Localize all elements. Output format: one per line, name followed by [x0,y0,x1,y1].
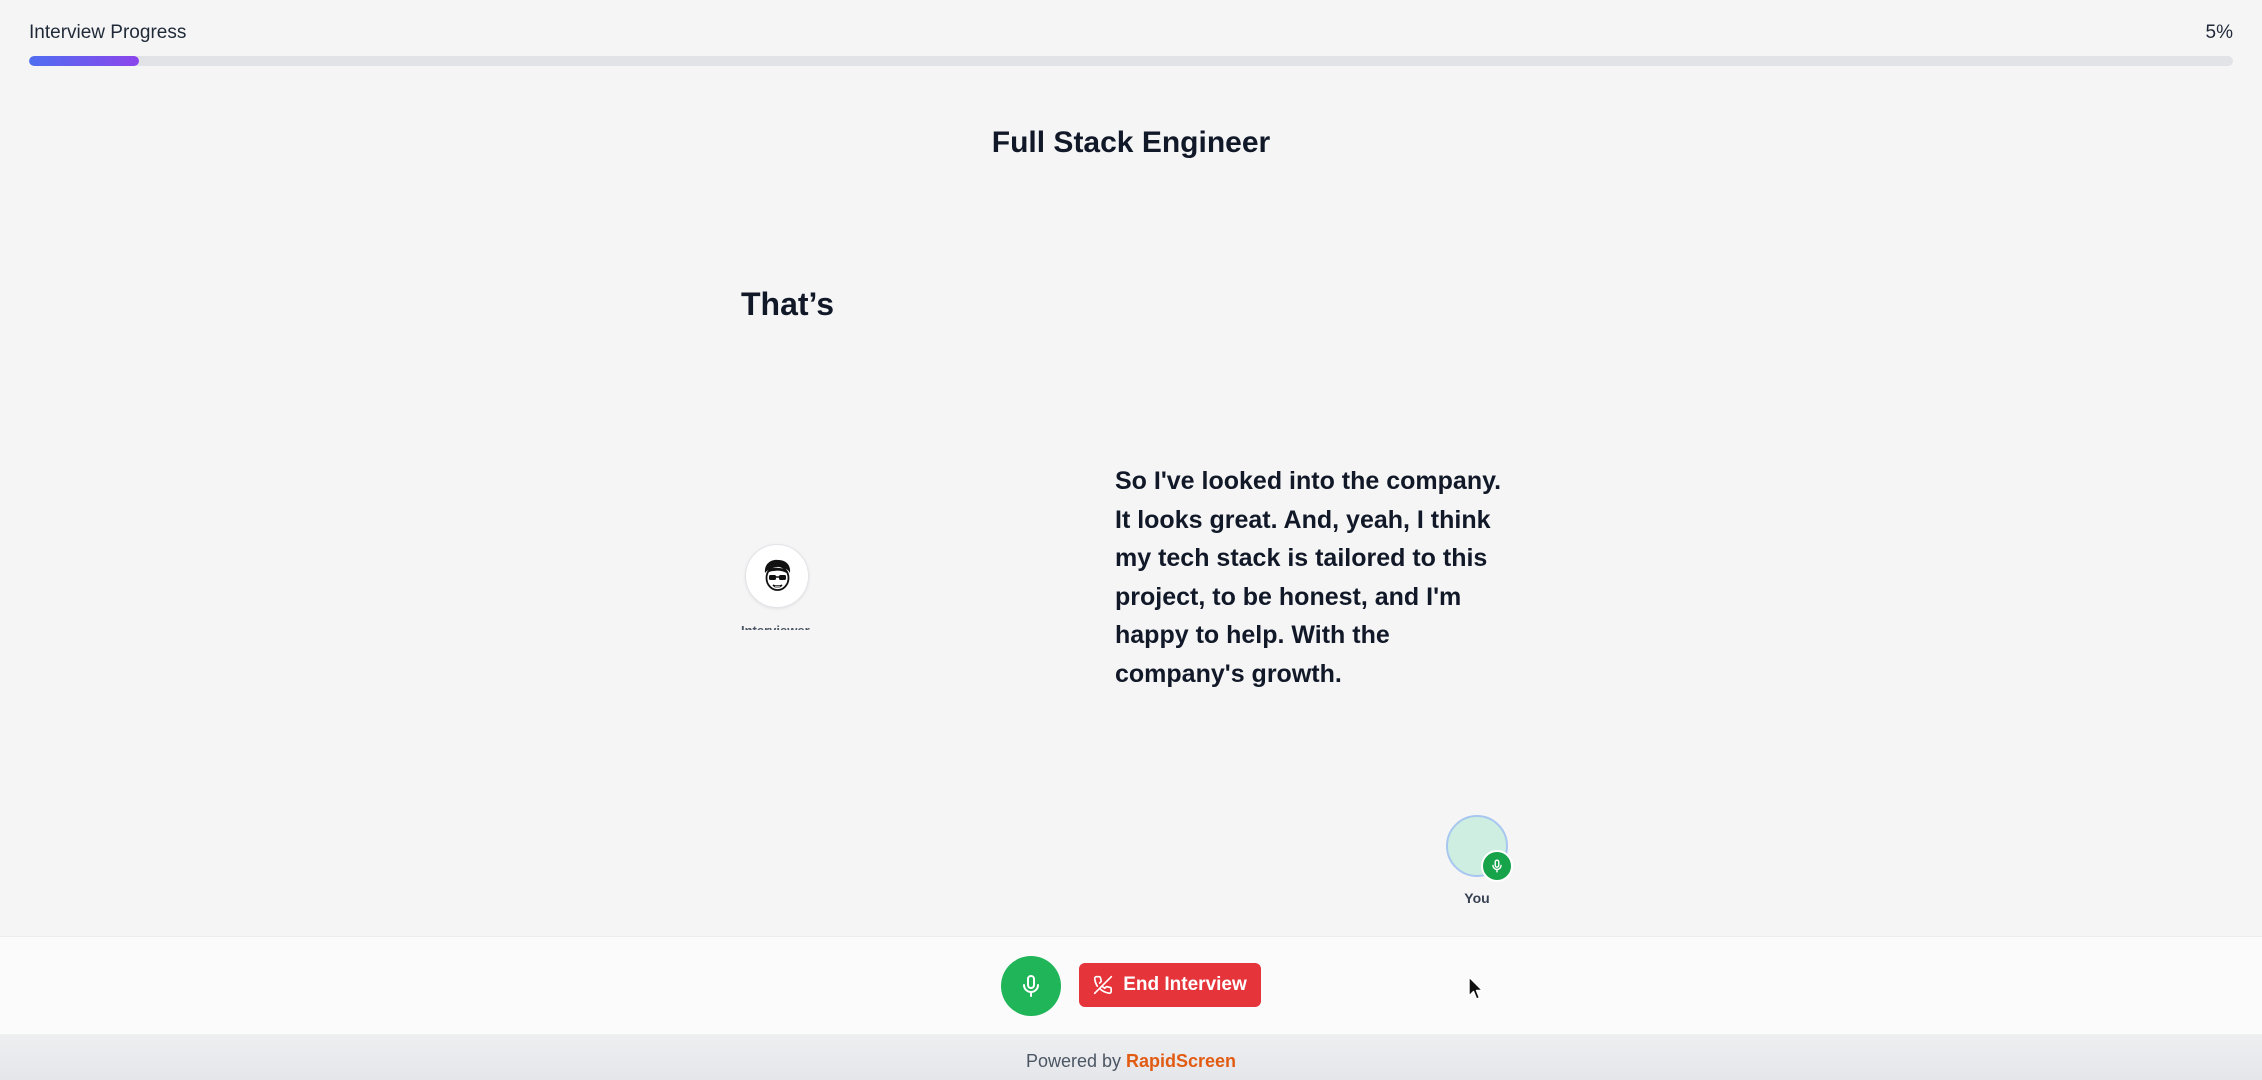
candidate-transcript: So I've looked into the company. It look… [1115,467,1502,688]
you-label: You [1464,890,1490,906]
page-title: Full Stack Engineer [991,126,1271,159]
mic-toggle-button[interactable] [1001,956,1061,1016]
phone-off-icon [1094,975,1113,995]
interviewer-transcript: That’s [741,286,835,322]
microphone-icon [1492,859,1502,873]
progress-label: Interview Progress [29,22,187,43]
interviewer-label: Interviewer [741,620,817,630]
progress-fill [29,56,140,66]
cartoon-face-icon [764,559,791,591]
mouse-cursor-icon [1468,976,1484,1000]
end-interview-button[interactable]: End Interview [1079,963,1261,1007]
interviewer-avatar [745,544,809,608]
footer-brand-link[interactable]: RapidScreen [1126,1051,1236,1071]
end-interview-label: End Interview [1123,974,1247,995]
you-mic-status-badge [1481,850,1513,882]
progress-percent: 5% [2205,22,2233,43]
interview-screen: Interview Progress 5% Full Stack Enginee… [0,0,2262,1080]
progress-track [29,56,2233,66]
microphone-icon [1023,975,1039,997]
footer: Powered by RapidScreen [0,1034,2262,1080]
footer-powered-by: Powered by [1025,1051,1126,1071]
